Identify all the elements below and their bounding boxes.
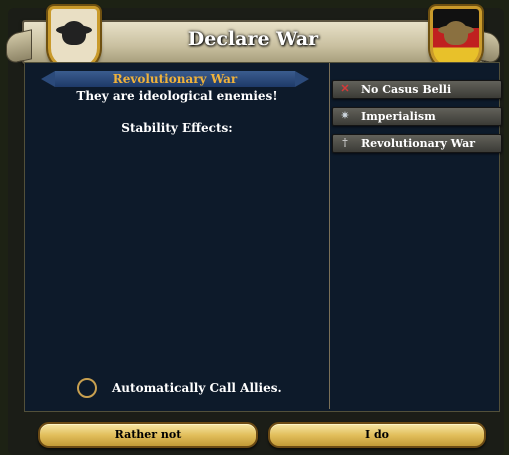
rather-not-button[interactable]: Rather not <box>38 422 258 448</box>
cb-option-no-casus-belli[interactable]: ✕ No Casus Belli <box>332 80 502 99</box>
stability-effects-label: Stability Effects: <box>121 121 233 135</box>
i-do-button[interactable]: I do <box>268 422 486 448</box>
cb-option-label: Revolutionary War <box>361 137 476 150</box>
casus-belli-banner: Revolutionary War <box>41 71 309 87</box>
cb-option-label: Imperialism <box>361 110 436 123</box>
own-country-shield-icon[interactable] <box>48 6 100 70</box>
eagle-emblem-icon <box>438 21 474 45</box>
eagle-emblem-icon <box>56 21 92 45</box>
cb-option-label: No Casus Belli <box>361 83 452 96</box>
war-reason-text: They are ideological enemies! <box>76 89 278 103</box>
call-allies-checkbox[interactable] <box>77 378 97 398</box>
globe-icon: ✷ <box>340 109 350 122</box>
casus-belli-list: ✕ No Casus Belli ✷ Imperialism † Revolut… <box>332 80 502 161</box>
panel-divider <box>329 63 330 409</box>
casus-belli-name: Revolutionary War <box>112 72 238 86</box>
cb-option-revolutionary-war[interactable]: † Revolutionary War <box>332 134 502 153</box>
cb-option-imperialism[interactable]: ✷ Imperialism <box>332 107 502 126</box>
call-allies-label: Automatically Call Allies. <box>112 381 282 395</box>
x-icon: ✕ <box>340 82 350 95</box>
sword-icon: † <box>342 136 348 149</box>
target-country-shield-icon[interactable] <box>430 6 482 70</box>
